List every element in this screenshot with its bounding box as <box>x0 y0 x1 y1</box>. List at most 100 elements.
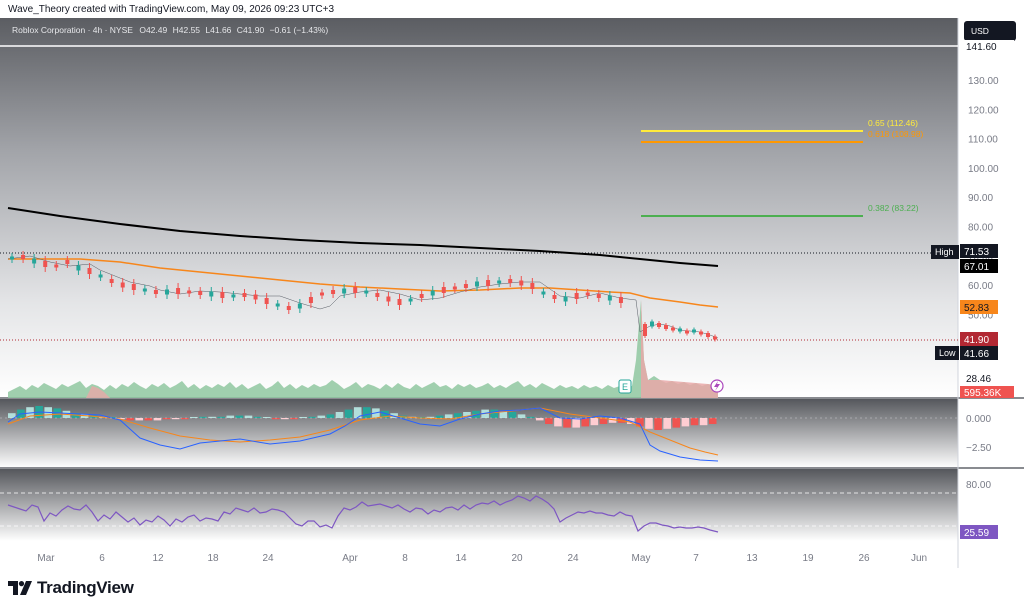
fib-label-0382: 0.382 (83.22) <box>868 203 919 213</box>
candle-body <box>618 297 623 303</box>
price-axis-tick: 130.00 <box>968 76 999 87</box>
volume-low-tag: 28.46 <box>966 374 991 385</box>
candle-body <box>153 290 158 294</box>
symbol-name: Roblox Corporation · 4h · NYSE <box>12 25 133 35</box>
currency-label: USD <box>971 26 989 36</box>
macd-histogram-bar <box>435 415 444 418</box>
macd-histogram-bar <box>281 418 289 420</box>
last-price-tag-label: 41.90 <box>964 335 989 346</box>
price-axis-tick: 90.00 <box>968 193 993 204</box>
macd-histogram-bar <box>490 409 499 418</box>
macd-histogram-bar <box>681 418 690 427</box>
time-axis-label: 12 <box>152 553 164 564</box>
time-axis-label: 7 <box>693 553 699 564</box>
time-axis-label: 6 <box>99 553 105 564</box>
fib-label-0618: 0.618 (108.98) <box>868 129 923 139</box>
candle-body <box>519 280 524 286</box>
candle-body <box>678 328 682 332</box>
candle-body <box>699 331 703 335</box>
candle-body <box>497 280 502 284</box>
candle-body <box>364 290 369 294</box>
macd-histogram-bar <box>508 412 517 418</box>
time-axis-label: 19 <box>802 553 814 564</box>
candle-body <box>419 294 424 298</box>
tradingview-brand[interactable]: TradingView <box>8 578 134 598</box>
candle-body <box>10 256 14 260</box>
time-axis-label: 14 <box>455 553 467 564</box>
change-value: −0.61 (−1.43%) <box>270 25 329 35</box>
high-value: 42.55 <box>179 25 201 35</box>
macd-histogram-bar <box>590 418 599 426</box>
candle-body <box>43 261 48 267</box>
candle-body <box>76 265 81 271</box>
low-price-tag-label: 41.66 <box>964 349 989 360</box>
candle-body <box>607 295 612 301</box>
price-axis[interactable]: 130.00120.00110.00100.0090.0080.0070.006… <box>968 76 999 321</box>
macd-histogram-bar <box>663 418 671 429</box>
rsi-pane-background <box>0 469 958 541</box>
time-axis[interactable]: Mar 6 12 18 24 Apr 8 14 20 24 May 7 13 19 26 Jun <box>37 553 927 564</box>
candle-body <box>585 292 590 296</box>
macd-histogram-bar <box>317 415 326 418</box>
candle-body <box>275 303 280 307</box>
candle-body <box>109 279 114 283</box>
macd-histogram-bar <box>153 418 162 421</box>
candle-body <box>331 290 336 294</box>
candle-body <box>713 336 717 340</box>
candle-body <box>664 325 668 329</box>
candle-body <box>563 296 568 302</box>
candle-body <box>685 330 689 334</box>
price-axis-tick: 100.00 <box>968 164 999 175</box>
candle-body <box>131 284 136 290</box>
candle-body <box>408 298 413 302</box>
macd-axis-tick: −2.50 <box>966 443 992 454</box>
chart-canvas[interactable]: Roblox Corporation · 4h · NYSE O42.49 H4… <box>0 15 1024 570</box>
main-pane-background <box>0 18 958 398</box>
candle-body <box>65 260 70 264</box>
candle-body <box>308 297 313 303</box>
time-axis-label: 18 <box>207 553 219 564</box>
time-axis-label: Jun <box>911 553 927 564</box>
ema-price-tag-label: 67.01 <box>964 262 989 273</box>
candle-body <box>187 290 192 294</box>
time-axis-label: 13 <box>746 553 758 564</box>
candle-body <box>253 294 258 300</box>
time-axis-label: 24 <box>262 553 274 564</box>
macd-histogram-bar <box>444 414 453 418</box>
macd-histogram-bar <box>335 412 344 418</box>
macd-histogram-bar <box>554 418 562 427</box>
candle-body <box>486 280 491 286</box>
candle-body <box>231 294 236 298</box>
candle-body <box>32 258 37 264</box>
macd-histogram-bar <box>180 418 189 420</box>
macd-axis-tick: 0.000 <box>966 414 991 425</box>
time-axis-label: May <box>632 553 651 564</box>
ma-price-tag-label: 52.83 <box>964 303 989 314</box>
macd-histogram-bar <box>208 416 216 418</box>
brand-name: TradingView <box>37 578 134 597</box>
low-value: 41.66 <box>210 25 232 35</box>
candle-body <box>198 291 203 295</box>
candle-body <box>574 293 579 299</box>
candle-body <box>671 327 675 331</box>
macd-histogram-bar <box>672 418 681 428</box>
candle-body <box>643 324 647 336</box>
candle-body <box>475 281 479 287</box>
candle-body <box>441 287 446 293</box>
candle-body <box>120 282 125 288</box>
macd-histogram-bar <box>308 416 316 418</box>
chart-caption: Wave_Theory created with TradingView.com… <box>8 4 335 15</box>
high-price-tag-label: 71.53 <box>964 247 989 258</box>
candle-body <box>98 274 103 278</box>
low-label-text: Low <box>939 348 956 358</box>
macd-histogram-bar <box>135 418 144 421</box>
candle-body <box>397 299 402 305</box>
macd-histogram-bar <box>235 415 244 418</box>
candle-body <box>692 329 696 333</box>
macd-histogram-bar <box>581 418 590 427</box>
candle-body <box>353 287 358 293</box>
macd-histogram-bar <box>690 418 699 426</box>
time-axis-label: 24 <box>567 553 579 564</box>
tradingview-logo-icon <box>8 581 32 595</box>
macd-histogram-bar <box>226 415 235 418</box>
